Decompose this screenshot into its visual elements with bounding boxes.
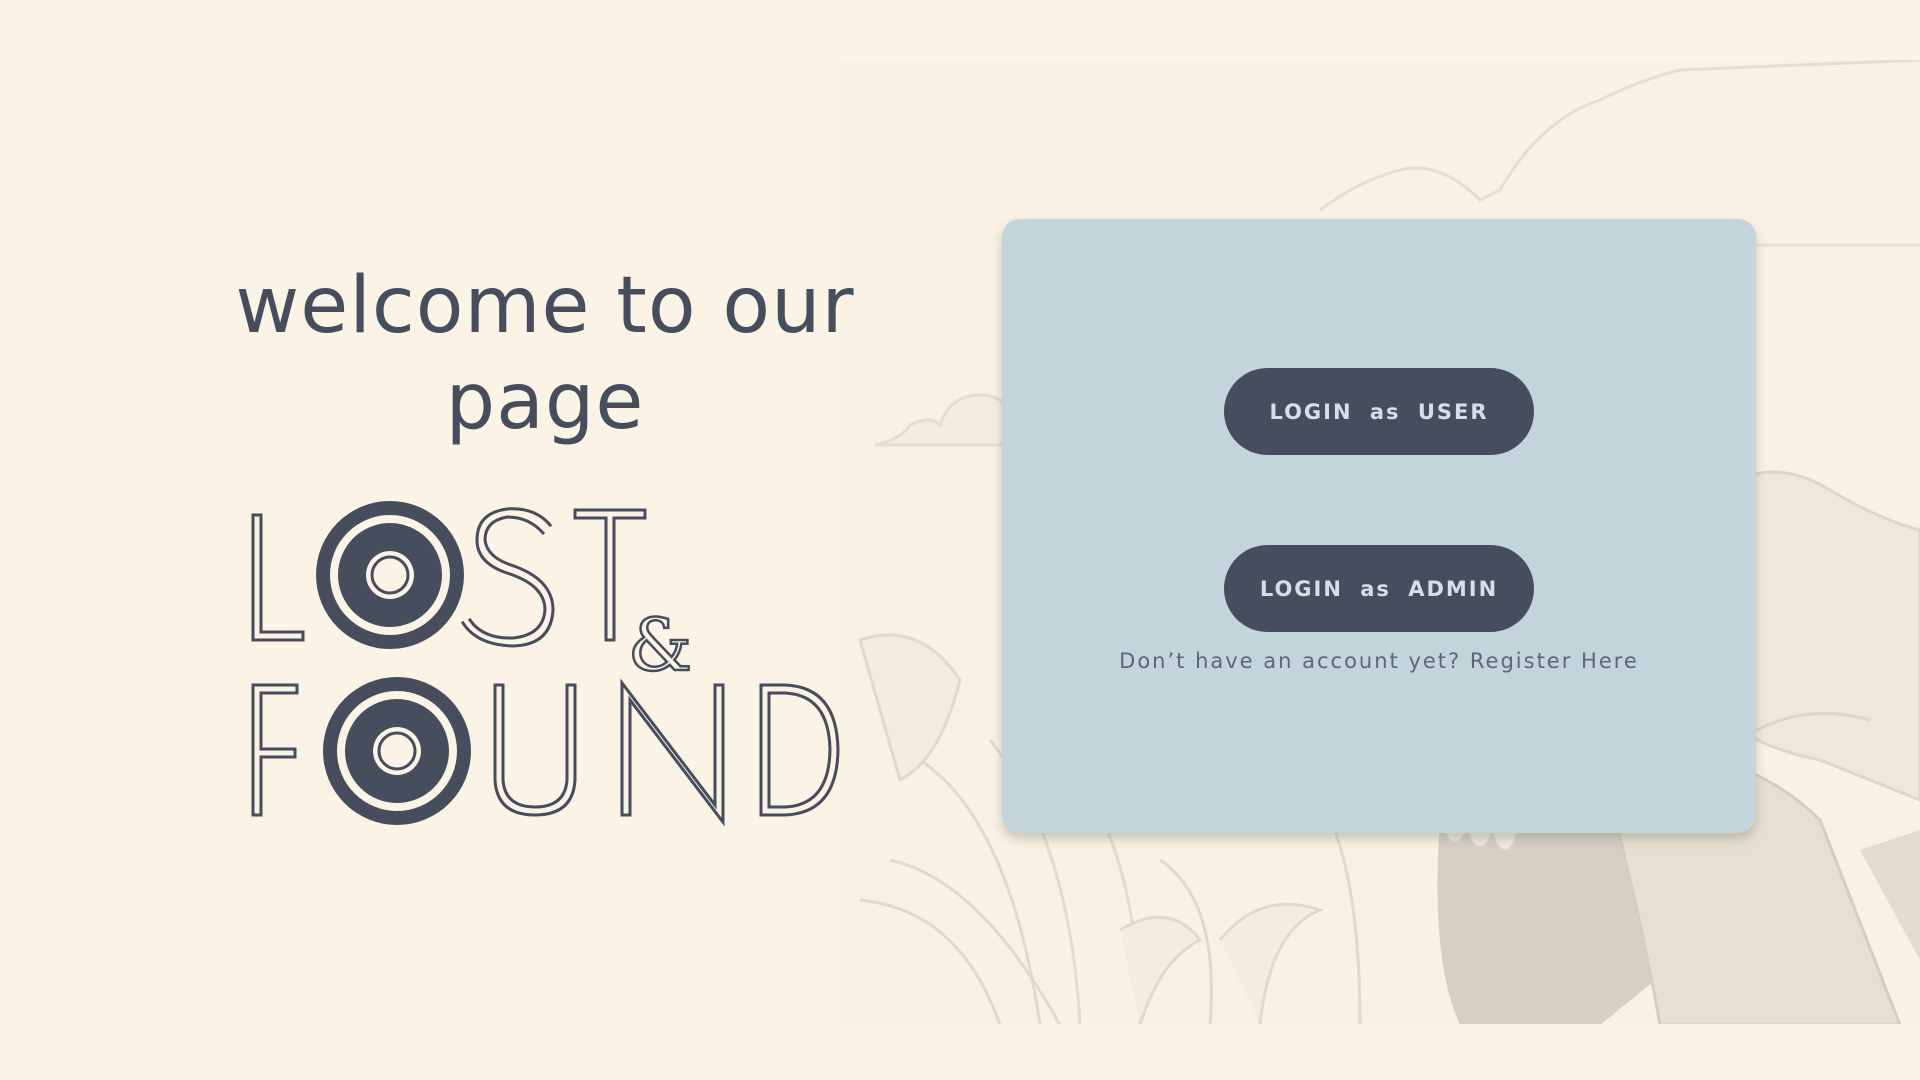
login-as-user-button[interactable]: LOGIN as USER <box>1224 368 1534 455</box>
logo-letter-o <box>316 501 464 649</box>
welcome-line-2: page <box>445 357 645 447</box>
logo-letter-n <box>620 678 725 827</box>
register-prompt-line: Don’t have an account yet? Register Here <box>1002 649 1756 673</box>
register-prompt-text: Don’t have an account yet? <box>1119 649 1462 673</box>
logo-letter-l <box>251 513 305 642</box>
lost-and-found-logo: & <box>251 501 840 827</box>
logo-letter-d <box>759 683 840 817</box>
logo-letter-f <box>251 683 299 817</box>
register-link[interactable]: Register Here <box>1470 649 1639 673</box>
welcome-line-1: welcome to our <box>235 261 855 351</box>
logo-letter-u <box>493 683 577 817</box>
logo-letter-o-2 <box>323 677 471 825</box>
welcome-heading: welcome to our page <box>220 258 870 450</box>
logo-ampersand: & <box>628 603 692 687</box>
bottom-strip <box>0 1024 1920 1080</box>
login-card: LOGIN as USER LOGIN as ADMIN Don’t have … <box>1002 219 1756 833</box>
landing-page: welcome to our page & LOGIN as USER LOGI… <box>0 0 1920 1080</box>
login-as-admin-button[interactable]: LOGIN as ADMIN <box>1224 545 1534 632</box>
